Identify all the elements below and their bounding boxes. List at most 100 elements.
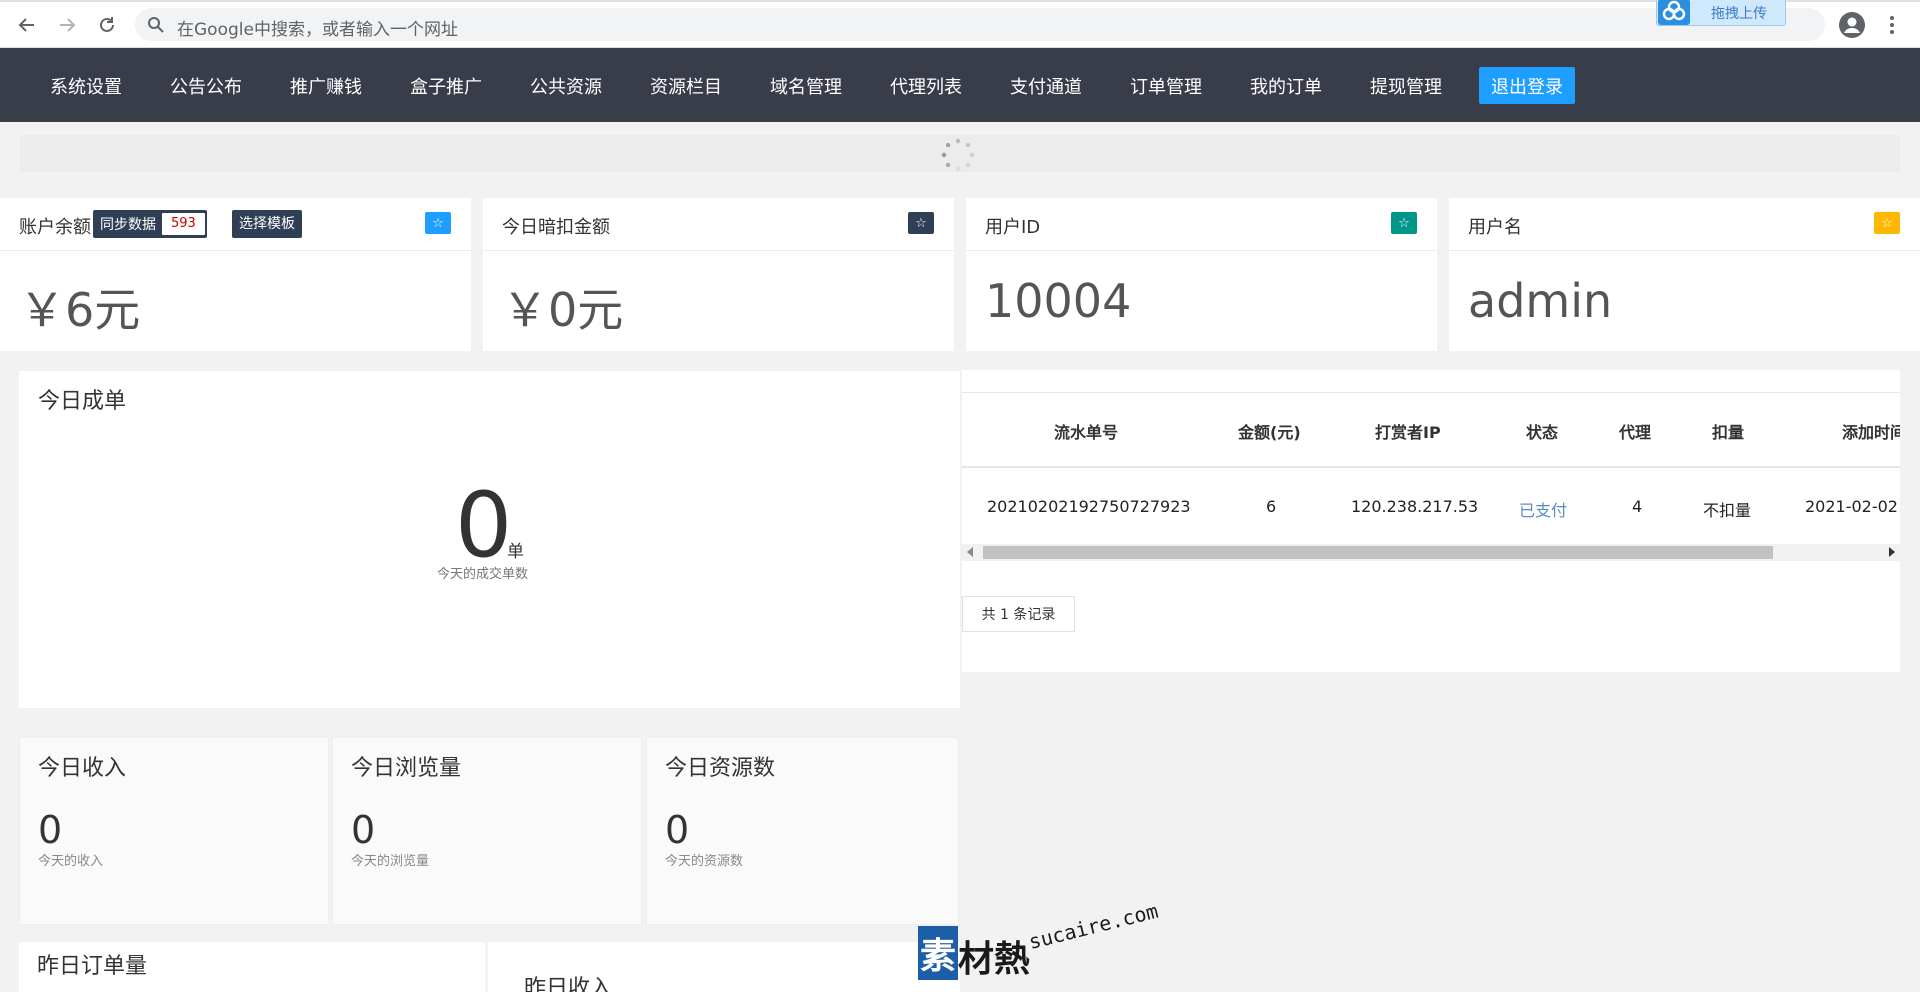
today-income-title: 今日收入 — [38, 756, 127, 781]
today-resources-desc: 今天的资源数 — [665, 854, 744, 869]
watermark-box: 素 — [918, 926, 958, 980]
orders-table-panel: 流水单号 金额(元) 打赏者IP 状态 代理 扣量 添加时间 202102021… — [962, 370, 1900, 672]
nav-item-public-resources[interactable]: 公共资源 — [530, 73, 602, 99]
sync-data-button[interactable]: 同步数据 593 — [93, 210, 207, 238]
logout-button[interactable]: 退出登录 — [1479, 67, 1575, 104]
today-orders-value: 0 — [455, 473, 513, 578]
today-income-card: 今日收入 0 今天的收入 — [19, 737, 329, 925]
watermark-logo: 素 材熱 sucaire.com — [918, 899, 1163, 992]
watermark-cn: 材熱 — [958, 939, 1031, 980]
orders-table: 流水单号 金额(元) 打赏者IP 状态 代理 扣量 添加时间 202102021… — [962, 392, 1900, 542]
today-orders-panel: 今日成单 0 单 今天的成交单数 — [19, 371, 960, 708]
search-icon — [148, 17, 164, 33]
scroll-left-icon[interactable] — [967, 547, 973, 557]
nav-item-system-settings[interactable]: 系统设置 — [50, 73, 122, 99]
choose-template-button[interactable]: 选择模板 — [232, 210, 302, 238]
cell-status: 已支付 — [1519, 501, 1568, 520]
nav-item-box-promote[interactable]: 盒子推广 — [410, 73, 482, 99]
address-placeholder: 在Google中搜索，或者输入一个网址 — [177, 20, 458, 40]
cell-ip: 120.238.217.53 — [1351, 497, 1479, 516]
scroll-right-icon[interactable] — [1889, 547, 1895, 557]
yesterday-orders-card: 昨日订单量 — [19, 942, 485, 992]
more-menu-icon[interactable] — [1882, 13, 1902, 37]
today-views-value: 0 — [351, 808, 376, 852]
card-header: 用户ID ☆ — [966, 198, 1437, 251]
hidden-deduct-card: 今日暗扣金额 ☆ ￥0元 — [483, 198, 954, 351]
col-added-time: 添加时间 — [1842, 423, 1900, 442]
col-agent: 代理 — [1619, 423, 1652, 442]
today-views-desc: 今天的浏览量 — [351, 854, 430, 869]
username-value: admin — [1468, 274, 1613, 328]
nav-item-promote-earn[interactable]: 推广赚钱 — [290, 73, 362, 99]
nav-item-payment-channels[interactable]: 支付通道 — [1010, 73, 1082, 99]
card-header: 账户余额 同步数据 593 选择模板 ☆ — [0, 198, 471, 251]
nav-item-order-management[interactable]: 订单管理 — [1130, 73, 1202, 99]
today-resources-title: 今日资源数 — [665, 756, 776, 781]
back-icon[interactable] — [12, 10, 42, 40]
table-header-row: 流水单号 金额(元) 打赏者IP 状态 代理 扣量 添加时间 — [962, 393, 1900, 468]
tab-strip-edge — [0, 0, 1920, 2]
star-icon: ☆ — [1874, 212, 1900, 234]
nav-item-resource-columns[interactable]: 资源栏目 — [650, 73, 722, 99]
watermark-en: sucaire.com — [1026, 898, 1161, 954]
table-horizontal-scrollbar[interactable] — [962, 544, 1900, 561]
col-serial: 流水单号 — [1054, 423, 1119, 442]
yesterday-income-card: 昨日收入 — [488, 942, 960, 992]
today-orders-unit: 单 — [507, 542, 524, 562]
scroll-thumb[interactable] — [983, 546, 1773, 559]
nav-item-my-orders[interactable]: 我的订单 — [1250, 73, 1322, 99]
table-row[interactable]: 20210202192750727923 6 120.238.217.53 已支… — [962, 469, 1900, 542]
profile-icon[interactable] — [1838, 11, 1866, 39]
balance-card: 账户余额 同步数据 593 选择模板 ☆ ￥6元 — [0, 198, 471, 351]
star-icon: ☆ — [425, 212, 451, 234]
browser-toolbar: 在Google中搜索，或者输入一个网址 拖拽上传 — [0, 0, 1920, 48]
nav-item-agents[interactable]: 代理列表 — [890, 73, 962, 99]
nav-item-domains[interactable]: 域名管理 — [770, 73, 842, 99]
yesterday-orders-title: 昨日订单量 — [37, 954, 148, 979]
upload-extension-label: 拖拽上传 — [1711, 6, 1767, 22]
today-income-desc: 今天的收入 — [38, 854, 104, 869]
col-amount: 金额(元) — [1238, 423, 1301, 442]
sync-data-label: 同步数据 — [100, 217, 156, 233]
username-title: 用户名 — [1468, 217, 1522, 238]
card-header: 用户名 ☆ — [1449, 198, 1920, 251]
col-status: 状态 — [1526, 423, 1559, 442]
user-id-title: 用户ID — [985, 217, 1041, 238]
upload-extension-button[interactable]: 拖拽上传 — [1656, 0, 1786, 26]
cell-deduct: 不扣量 — [1703, 501, 1752, 520]
today-resources-value: 0 — [665, 808, 690, 852]
user-id-card: 用户ID ☆ 10004 — [966, 198, 1437, 351]
today-orders-desc: 今天的成交单数 — [437, 567, 529, 582]
today-views-card: 今日浏览量 0 今天的浏览量 — [332, 737, 642, 925]
address-bar[interactable]: 在Google中搜索，或者输入一个网址 — [135, 8, 1825, 41]
cell-serial: 20210202192750727923 — [987, 497, 1191, 516]
balance-value: ￥6元 — [19, 283, 141, 337]
yesterday-income-title: 昨日收入 — [524, 976, 613, 992]
today-views-title: 今日浏览量 — [351, 756, 462, 781]
balance-title: 账户余额 — [19, 217, 91, 238]
reload-icon[interactable] — [92, 10, 122, 40]
today-income-value: 0 — [38, 808, 63, 852]
col-ip: 打赏者IP — [1375, 423, 1441, 442]
col-deduct: 扣量 — [1712, 423, 1745, 442]
forward-icon[interactable] — [52, 10, 82, 40]
record-count: 共 1 条记录 — [962, 596, 1075, 632]
cell-amount: 6 — [1266, 497, 1277, 516]
card-header: 今日暗扣金额 ☆ — [483, 198, 954, 251]
today-resources-card: 今日资源数 0 今天的资源数 — [646, 737, 959, 925]
hidden-deduct-value: ￥0元 — [502, 283, 624, 337]
nav-item-withdrawals[interactable]: 提现管理 — [1370, 73, 1442, 99]
cloud-logo-icon — [1658, 0, 1690, 25]
star-icon: ☆ — [908, 212, 934, 234]
nav-item-announcements[interactable]: 公告公布 — [170, 73, 242, 99]
star-icon: ☆ — [1391, 212, 1417, 234]
sync-count-badge: 593 — [162, 213, 205, 235]
today-orders-title: 今日成单 — [38, 389, 127, 414]
user-id-value: 10004 — [985, 274, 1132, 328]
hidden-deduct-title: 今日暗扣金额 — [502, 217, 610, 238]
loading-spinner-icon — [941, 138, 975, 172]
main-navbar: 系统设置 公告公布 推广赚钱 盒子推广 公共资源 资源栏目 域名管理 代理列表 … — [0, 48, 1920, 122]
username-card: 用户名 ☆ admin — [1449, 198, 1920, 351]
cell-agent: 4 — [1632, 497, 1643, 516]
cell-added-time: 2021-02-02 — [1805, 497, 1898, 516]
